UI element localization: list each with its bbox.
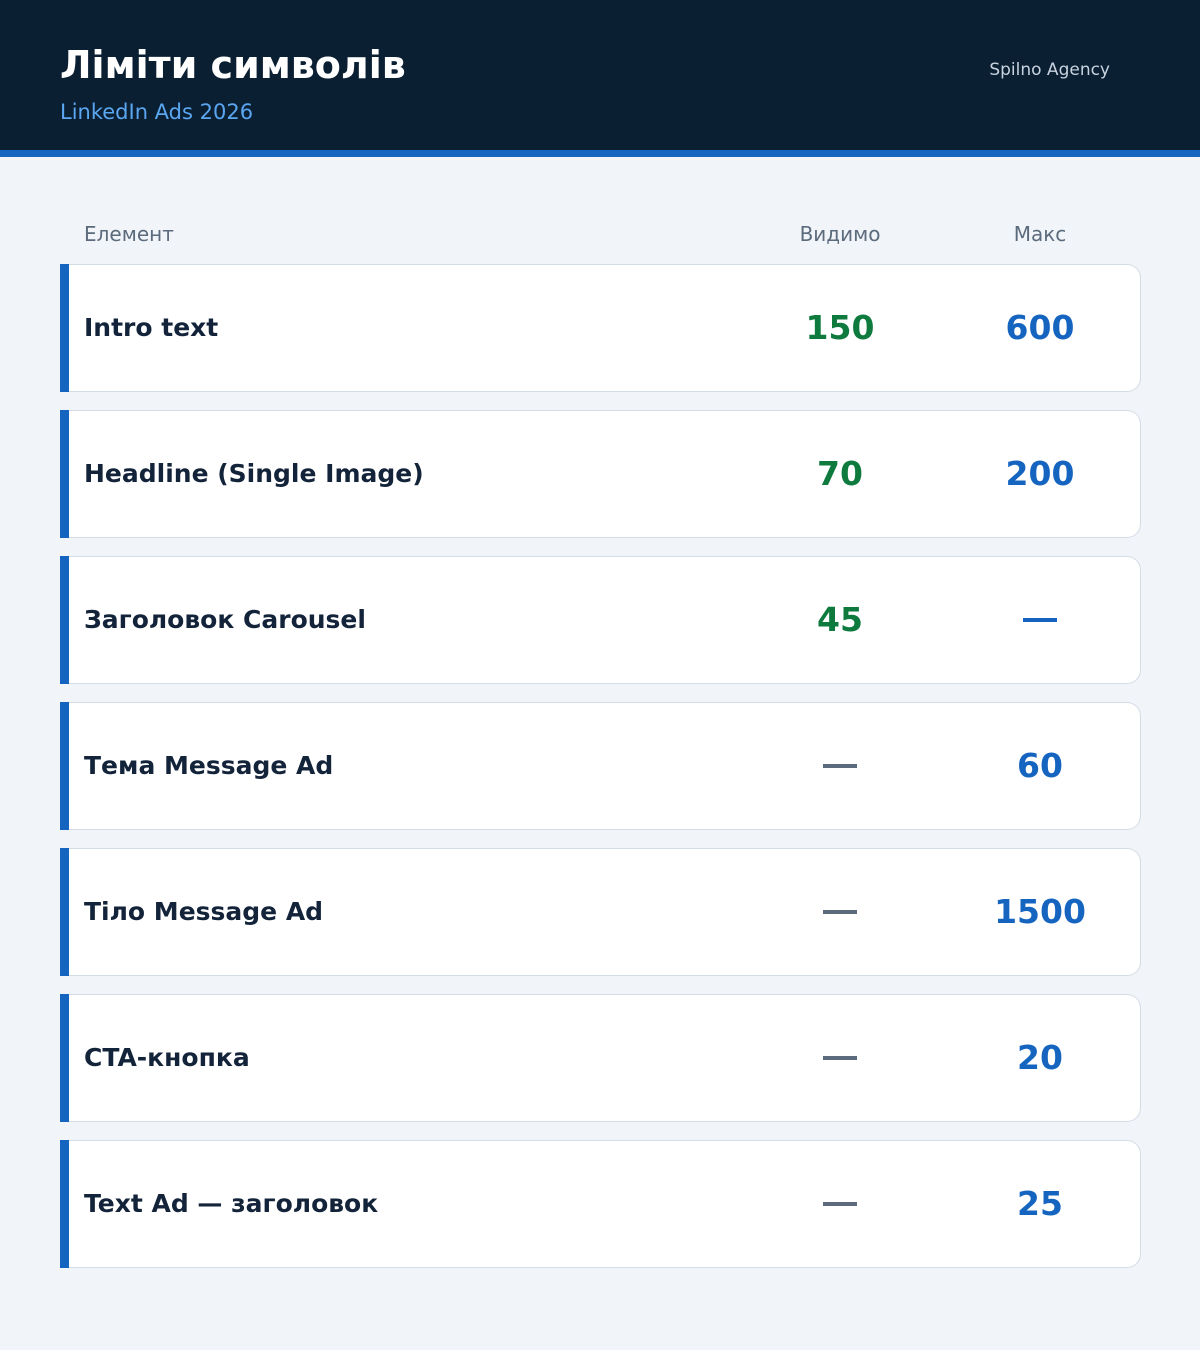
row-accent-bar [60, 994, 69, 1122]
row-label: Тема Message Ad [84, 751, 334, 780]
header-accent-bar [0, 150, 1200, 157]
table-row: Тіло Message Ad — 1500 [60, 848, 1141, 976]
table-row: Заголовок Carousel 45 — [60, 556, 1141, 684]
row-label: Заголовок Carousel [84, 605, 366, 634]
dash-mark [823, 1202, 857, 1206]
table-row: Intro text 150 600 [60, 264, 1141, 392]
row-max-value: 200 [1005, 454, 1075, 493]
row-accent-bar [60, 556, 69, 684]
table-row: CTA-кнопка — 20 [60, 994, 1141, 1122]
limits-table: Intro text 150 600 Headline (Single Imag… [60, 264, 1141, 1286]
row-visible-value: 70 [817, 454, 863, 493]
dash-mark [823, 1056, 857, 1060]
row-max-value: 20 [1017, 1038, 1063, 1077]
dash-mark [823, 764, 857, 768]
table-row: Headline (Single Image) 70 200 [60, 410, 1141, 538]
row-accent-bar [60, 702, 69, 830]
row-accent-bar [60, 1140, 69, 1268]
row-max-value: 600 [1005, 308, 1075, 347]
row-max-value: 60 [1017, 746, 1063, 785]
row-label: Тіло Message Ad [84, 897, 324, 926]
table-row: Тема Message Ad — 60 [60, 702, 1141, 830]
column-header-visible: Видимо [799, 222, 881, 246]
column-header-max: Макс [1013, 222, 1067, 246]
row-max-value: — [940, 557, 1140, 683]
dash-mark [1023, 618, 1057, 622]
row-accent-bar [60, 848, 69, 976]
agency-name: Spilno Agency [989, 60, 1110, 80]
page-header: Ліміти символів LinkedIn Ads 2026 Spilno… [0, 0, 1200, 150]
row-label: Headline (Single Image) [84, 459, 424, 488]
row-max-value: 25 [1017, 1184, 1063, 1223]
row-visible-value: — [740, 1141, 940, 1267]
table-row: Text Ad — заголовок — 25 [60, 1140, 1141, 1268]
row-label: CTA-кнопка [84, 1043, 250, 1072]
row-visible-value: 45 [817, 600, 863, 639]
row-label: Text Ad — заголовок [84, 1189, 379, 1218]
row-label: Intro text [84, 313, 219, 342]
dash-mark [823, 910, 857, 914]
page-subtitle: LinkedIn Ads 2026 [60, 100, 254, 124]
row-visible-value: 150 [805, 308, 875, 347]
row-visible-value: — [740, 995, 940, 1121]
row-visible-value: — [740, 703, 940, 829]
row-accent-bar [60, 264, 69, 392]
row-max-value: 1500 [994, 892, 1086, 931]
column-header-element: Елемент [84, 222, 174, 246]
row-visible-value: — [740, 849, 940, 975]
row-accent-bar [60, 410, 69, 538]
page-title: Ліміти символів [60, 43, 406, 87]
